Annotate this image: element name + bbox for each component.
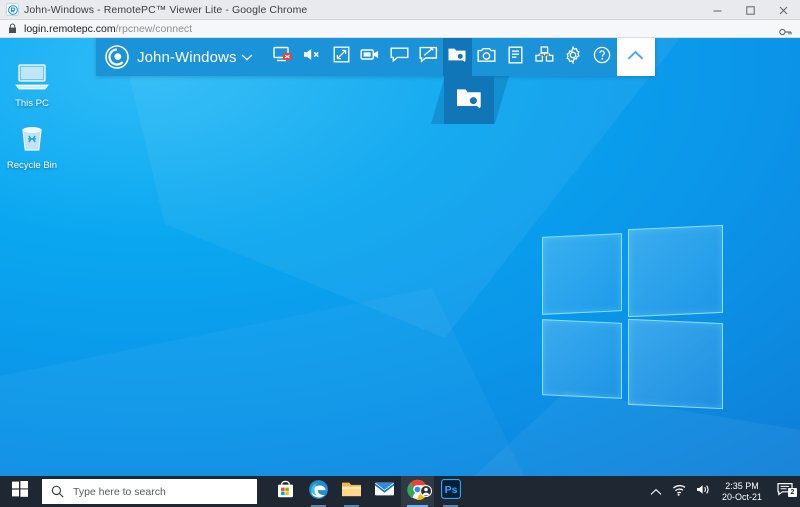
settings-button[interactable] [559,38,588,76]
remote-desktop-viewport[interactable]: This PC Recycle Bin [0,38,800,507]
microsoft-store-icon [276,480,295,504]
file-transfer-button[interactable] [443,38,472,76]
help-button[interactable] [588,38,617,76]
clock-date: 20-Oct-21 [722,492,762,503]
recycle-bin-icon [0,120,64,158]
apps-icon [535,46,554,68]
chevron-up-icon [650,483,662,501]
volume-button[interactable] [692,483,716,501]
search-placeholder: Type here to search [73,486,166,498]
svg-text:Ps: Ps [444,484,457,496]
wallpaper-light-sweep [0,288,540,507]
mute-sound-icon [302,46,322,68]
whiteboard-button[interactable] [414,38,443,76]
maximize-button[interactable] [734,0,767,20]
network-button[interactable] [668,483,692,501]
microsoft-edge-icon [308,479,329,505]
windows-taskbar: Type here to search [0,476,800,507]
windows-start-button[interactable] [0,476,40,507]
window-controls [701,0,800,20]
fullscreen-button[interactable] [327,38,356,76]
file-transfer-icon [455,86,483,115]
blank-screen-icon [273,46,293,68]
applications-button[interactable] [530,38,559,76]
collapse-toolbar-button[interactable] [617,38,655,76]
url-host: login.remotepc.com [24,23,116,35]
remote-host-name[interactable]: John-Windows [137,49,237,66]
file-transfer-flyout[interactable] [444,76,494,124]
address-bar-url[interactable]: login.remotepc.com/rpcnew/connect [24,23,192,35]
speaker-icon [696,483,711,501]
mail-icon [374,481,395,502]
browser-address-bar[interactable]: login.remotepc.com/rpcnew/connect [0,20,800,38]
chevron-up-icon [627,48,644,66]
record-session-button[interactable] [356,38,385,76]
taskbar-search-box[interactable]: Type here to search [42,479,257,504]
remotepc-toolbar-buttons [269,38,617,76]
fullscreen-icon [333,46,350,68]
screenshot-icon [477,47,496,68]
avatar [420,484,432,502]
desktop-icon-label: Recycle Bin [0,160,64,171]
whiteboard-icon [419,46,438,68]
wifi-icon [672,483,687,501]
taskbar-google-chrome[interactable] [401,476,434,507]
windows-logo-wallpaper [538,221,726,411]
taskbar-mail[interactable] [368,476,401,507]
tab-favicon-icon [6,3,19,16]
logo-pane [542,233,622,315]
minimize-button[interactable] [701,0,734,20]
logo-pane [628,319,723,409]
notes-icon [508,46,523,69]
remotepc-logo-icon [104,44,130,70]
chat-button[interactable] [385,38,414,76]
record-session-icon [360,47,380,67]
windows-start-icon [12,481,28,502]
close-button[interactable] [767,0,800,20]
taskbar-file-explorer[interactable] [335,476,368,507]
show-hidden-icons-button[interactable] [644,483,668,501]
chevron-down-icon[interactable] [241,53,253,62]
desktop-icon-this-pc[interactable]: This PC [0,58,64,109]
taskbar-photoshop[interactable]: Ps [434,476,467,507]
system-tray: 2:35 PM 20-Oct-21 2 [644,476,800,507]
clock-time: 2:35 PM [722,481,762,492]
chat-icon [390,46,409,68]
taskbar-microsoft-edge[interactable] [302,476,335,507]
notification-badge: 2 [788,488,797,497]
browser-titlebar: John-Windows - RemotePC™ Viewer Lite - G… [0,0,800,20]
mute-sound-button[interactable] [298,38,327,76]
taskbar-clock[interactable]: 2:35 PM 20-Oct-21 [722,481,762,503]
blank-screen-button[interactable] [269,38,298,76]
desktop-icon-label: This PC [0,98,64,109]
file-explorer-icon [341,480,362,503]
taskbar-app-buttons: Ps [269,476,467,507]
lock-icon [8,23,17,34]
this-pc-icon [0,58,64,96]
logo-pane [628,225,723,317]
remote-session-screen: John-Windows - RemotePC™ Viewer Lite - G… [0,0,800,507]
action-center-button[interactable]: 2 [770,482,800,501]
screenshot-button[interactable] [472,38,501,76]
photoshop-icon: Ps [441,479,461,504]
file-transfer-icon [447,46,467,68]
help-icon [593,46,611,69]
url-path: /rpcnew/connect [116,23,192,35]
search-icon [51,485,64,498]
settings-gear-icon [564,46,582,69]
browser-tab-title[interactable]: John-Windows - RemotePC™ Viewer Lite - G… [24,4,307,16]
taskbar-microsoft-store[interactable] [269,476,302,507]
logo-pane [542,319,622,399]
notes-button[interactable] [501,38,530,76]
remotepc-toolbar: John-Windows [96,38,655,76]
desktop-icon-recycle-bin[interactable]: Recycle Bin [0,120,64,171]
